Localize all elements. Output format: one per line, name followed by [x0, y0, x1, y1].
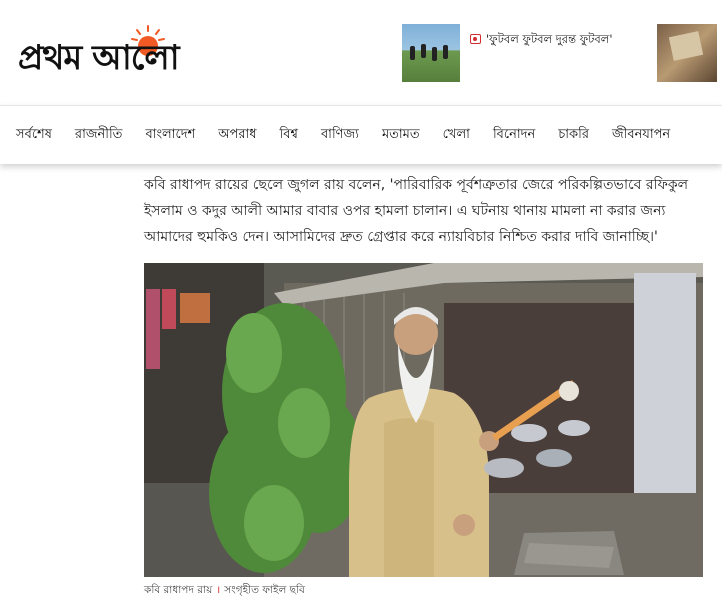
headline-link[interactable]: 'ফুটবল ফুটবল দুরন্ত ফুটবল' — [470, 28, 620, 50]
nav-item-world[interactable]: বিশ্ব — [280, 125, 298, 146]
article-photo — [144, 263, 703, 577]
headline-thumbnail[interactable] — [402, 24, 460, 82]
nav-item-latest[interactable]: সর্বশেষ — [16, 125, 52, 146]
logo-text: প্রথম আলো — [18, 38, 180, 78]
nav-item-commerce[interactable]: বাণিজ্য — [321, 125, 359, 146]
nav-list: সর্বশেষ রাজনীতি বাংলাদেশ অপরাধ বিশ্ব বাণ… — [16, 106, 693, 164]
nav-item-sports[interactable]: খেলা — [443, 125, 470, 146]
nav-item-crime[interactable]: অপরাধ — [218, 125, 256, 146]
nav-item-lifestyle[interactable]: জীবনযাপন — [612, 125, 670, 146]
main-navigation: সর্বশেষ রাজনীতি বাংলাদেশ অপরাধ বিশ্ব বাণ… — [0, 105, 722, 164]
photo-caption: কবি রাধাপদ রায় । সংগৃহীত ফাইল ছবি — [144, 583, 305, 600]
caption-credit: সংগৃহীত ফাইল ছবি — [224, 584, 305, 596]
nav-item-politics[interactable]: রাজনীতি — [75, 125, 123, 146]
camera-icon — [470, 34, 481, 44]
headline-text: 'ফুটবল ফুটবল দুরন্ত ফুটবল' — [486, 32, 613, 46]
site-header: প্রথম আলো 'ফুটবল ফুটবল দুরন্ত ফুটবল' — [0, 0, 722, 105]
article-photo-illustration — [144, 263, 703, 577]
header-headline-card[interactable]: 'ফুটবল ফুটবল দুরন্ত ফুটবল' — [402, 24, 622, 84]
secondary-headline-thumbnail[interactable] — [657, 24, 717, 82]
site-logo[interactable]: প্রথম আলো — [14, 18, 269, 82]
article-paragraph: কবি রাধাপদ রায়ের ছেলে জুগল রায় বলেন, '… — [144, 177, 689, 245]
nav-item-entertainment[interactable]: বিনোদন — [493, 125, 535, 146]
nav-item-opinion[interactable]: মতামত — [382, 125, 420, 146]
nav-item-jobs[interactable]: চাকরি — [558, 125, 589, 146]
caption-subject: কবি রাধাপদ রায় — [144, 584, 213, 596]
caption-separator: । — [216, 584, 221, 596]
nav-item-bangladesh[interactable]: বাংলাদেশ — [145, 125, 195, 146]
